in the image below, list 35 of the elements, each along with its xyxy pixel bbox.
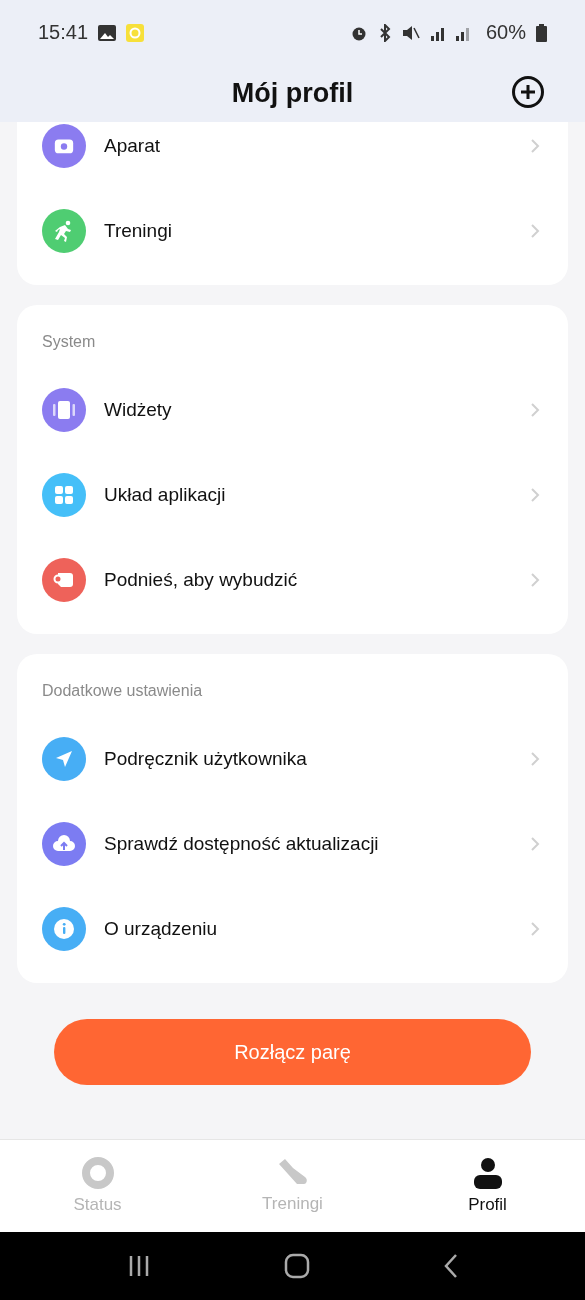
info-icon [53,917,75,940]
back-icon[interactable] [442,1253,459,1279]
chevron-right-icon [530,222,540,239]
menu-item[interactable]: Widżety [104,398,512,421]
chevron-right-icon [530,571,540,588]
menu-item[interactable]: Treningi [104,219,512,242]
home-icon[interactable] [283,1253,310,1279]
chevron-right-icon [530,486,540,503]
menu-item[interactable]: Układ aplikacji [104,483,512,506]
section-title: Dodatkowe ustawienia [41,681,204,701]
person-icon [472,1157,503,1189]
page-title: Mój profil [231,78,354,109]
chevron-right-icon [530,137,540,154]
chevron-right-icon [530,750,540,767]
mute-icon [401,23,420,42]
ring-icon [81,1157,114,1189]
status-time: 15:41 [38,21,89,44]
menu-item[interactable]: Podręcznik użytkownika [104,747,512,770]
add-button[interactable] [511,75,545,109]
menu-item[interactable]: O urządzeniu [104,917,512,940]
widget-icon [52,398,76,421]
grid-icon [54,484,74,505]
menu-item[interactable]: Sprawdź dostępność aktualizacji [104,832,512,855]
battery-icon [536,23,547,42]
menu-item[interactable]: Podnieś, aby wybudzić [104,568,512,591]
bluetooth-icon [377,23,392,42]
section-title: System [41,332,97,352]
battery-percent: 60% [485,21,526,44]
menu-item[interactable]: Aparat [104,134,512,157]
nav-tab[interactable]: Profil [390,1140,585,1232]
image-icon [98,24,117,41]
chevron-right-icon [530,835,540,852]
chevron-right-icon [530,401,540,418]
app-notification-icon [126,23,145,42]
chevron-right-icon [530,920,540,937]
